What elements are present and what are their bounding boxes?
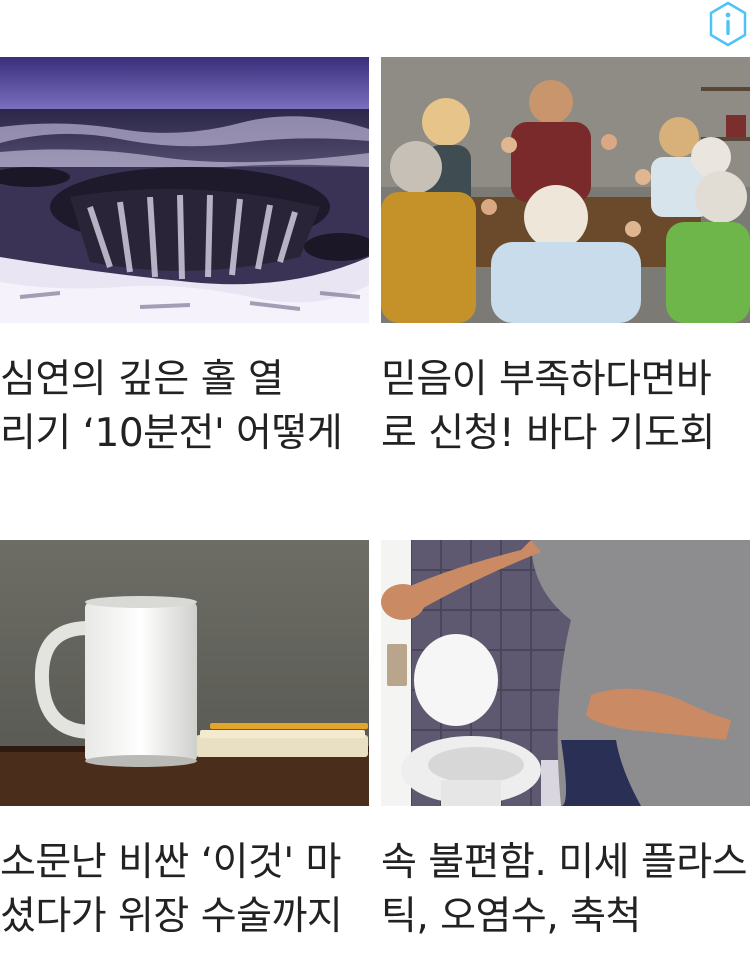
info-hexagon-icon — [709, 1, 747, 47]
news-card[interactable]: 소문난 비싼 ‘이것' 마 셨다가 위장 수술까지 — [0, 540, 369, 944]
stomach-ache-toilet-photo[interactable] — [381, 540, 750, 806]
news-title[interactable]: 심연의 깊은 홀 열 리기 ‘10분전' 어떻게 — [0, 323, 369, 461]
family-prayer-dinner-photo[interactable] — [381, 57, 750, 323]
news-title[interactable]: 속 불편함. 미세 플라스 틱, 오염수, 축척 — [381, 806, 750, 944]
white-mug-on-table-photo[interactable] — [0, 540, 369, 806]
ocean-sinkhole-photo[interactable] — [0, 57, 369, 323]
news-title[interactable]: 믿음이 부족하다면바 로 신청! 바다 기도회 — [381, 323, 750, 461]
news-title[interactable]: 소문난 비싼 ‘이것' 마 셨다가 위장 수술까지 — [0, 806, 369, 944]
ad-info-button[interactable] — [706, 0, 750, 48]
news-card[interactable]: 믿음이 부족하다면바 로 신청! 바다 기도회 — [381, 57, 750, 461]
news-card[interactable]: 심연의 깊은 홀 열 리기 ‘10분전' 어떻게 — [0, 57, 369, 461]
news-card[interactable]: 속 불편함. 미세 플라스 틱, 오염수, 축척 — [381, 540, 750, 944]
